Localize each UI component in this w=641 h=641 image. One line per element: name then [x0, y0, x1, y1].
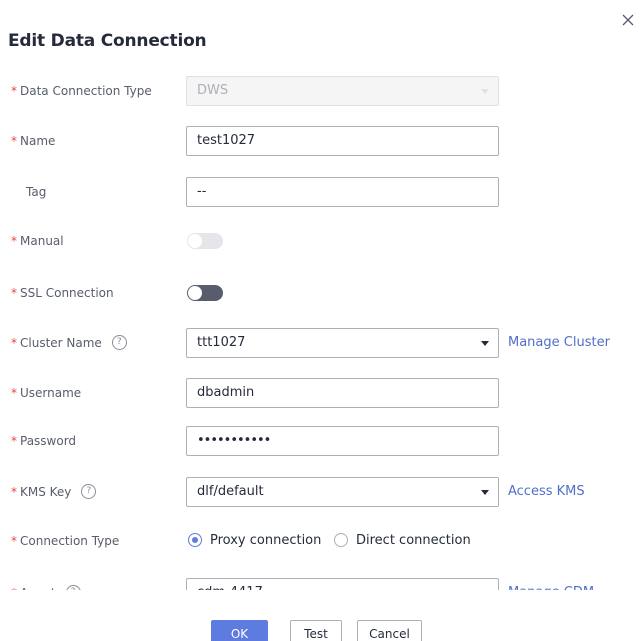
help-icon[interactable]: ? — [111, 335, 127, 350]
username-value: dbadmin — [197, 385, 255, 400]
username-input[interactable]: dbadmin — [186, 378, 499, 408]
row-cluster-name: * Cluster Name? ttt1027 Manage Cluster — [0, 328, 641, 358]
required-mark: * — [11, 534, 17, 548]
direct-connection-label[interactable]: Direct connection — [356, 526, 471, 556]
proxy-connection-radio[interactable] — [188, 533, 202, 547]
chevron-down-icon — [481, 341, 489, 346]
required-mark: * — [11, 286, 17, 300]
close-icon[interactable] — [620, 12, 636, 28]
tag-label: Tag — [26, 185, 47, 199]
dialog-footer: OK Test Cancel — [0, 590, 641, 641]
required-mark: * — [11, 336, 17, 350]
password-value: ••••••••••• — [197, 433, 271, 448]
row-connection-type: * Connection Type Proxy connection Direct… — [0, 526, 641, 556]
required-mark: * — [11, 84, 17, 98]
cancel-button[interactable]: Cancel — [357, 620, 422, 641]
kms-key-select[interactable]: dlf/default — [186, 477, 499, 507]
required-mark: * — [11, 234, 17, 248]
kms-key-label: * KMS Key? — [11, 477, 97, 507]
help-icon[interactable]: ? — [81, 484, 97, 499]
required-mark: * — [11, 134, 17, 148]
row-data-connection-type: * Data Connection Type DWS — [0, 76, 641, 106]
data-connection-type-select: DWS — [186, 76, 499, 106]
ssl-connection-toggle[interactable] — [187, 285, 223, 301]
tag-input[interactable]: -- — [186, 177, 499, 207]
name-value: test1027 — [197, 133, 256, 148]
password-input[interactable]: ••••••••••• — [186, 426, 499, 456]
chevron-down-icon — [481, 490, 489, 495]
test-button[interactable]: Test — [290, 620, 342, 641]
cluster-name-label: * Cluster Name? — [11, 328, 127, 358]
direct-connection-radio[interactable] — [334, 533, 348, 547]
row-password: * Password ••••••••••• — [0, 426, 641, 456]
required-mark: * — [11, 434, 17, 448]
access-kms-link[interactable]: Access KMS — [508, 477, 585, 507]
data-connection-type-label: * Data Connection Type — [11, 84, 152, 98]
ok-button[interactable]: OK — [211, 620, 268, 641]
proxy-connection-label[interactable]: Proxy connection — [210, 526, 321, 556]
manage-cluster-link[interactable]: Manage Cluster — [508, 328, 610, 358]
cluster-name-select[interactable]: ttt1027 — [186, 328, 499, 358]
row-manual: * Manual — [0, 226, 641, 256]
required-mark: * — [11, 485, 17, 499]
kms-key-value: dlf/default — [197, 484, 264, 499]
dialog-title: Edit Data Connection — [8, 31, 207, 51]
data-connection-type-value: DWS — [197, 83, 229, 98]
toggle-knob — [188, 286, 202, 300]
row-kms-key: * KMS Key? dlf/default Access KMS — [0, 477, 641, 507]
manual-label: * Manual — [11, 234, 64, 248]
name-label: * Name — [11, 134, 56, 148]
ssl-connection-label: * SSL Connection — [11, 286, 114, 300]
required-mark: * — [11, 386, 17, 400]
cluster-name-value: ttt1027 — [197, 335, 246, 350]
row-tag: Tag -- — [0, 177, 641, 207]
manual-toggle[interactable] — [187, 233, 223, 249]
toggle-knob — [188, 234, 202, 248]
connection-type-label: * Connection Type — [11, 534, 120, 548]
row-ssl-connection: * SSL Connection — [0, 278, 641, 308]
edit-data-connection-dialog: Edit Data Connection * Data Connection Ty… — [0, 0, 641, 641]
tag-value: -- — [197, 184, 207, 199]
password-label: * Password — [11, 434, 77, 448]
row-username: * Username dbadmin — [0, 378, 641, 408]
chevron-down-icon — [481, 89, 489, 94]
row-name: * Name test1027 — [0, 126, 641, 156]
username-label: * Username — [11, 386, 82, 400]
name-input[interactable]: test1027 — [186, 126, 499, 156]
